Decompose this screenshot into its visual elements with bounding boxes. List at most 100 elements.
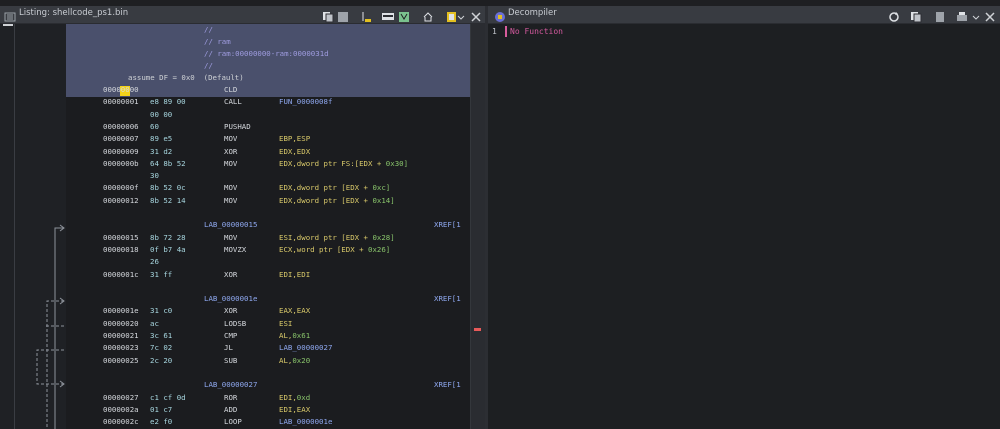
row-operand: EDX,EDX xyxy=(279,146,311,156)
row-operand: LAB_0000001e xyxy=(279,417,333,427)
row-bytes: 0f b7 4a xyxy=(150,244,186,254)
row-address: 00000027 xyxy=(103,392,139,402)
row-mnemonic: LOOP xyxy=(224,417,242,427)
row-bytes: 31 d2 xyxy=(150,146,173,156)
decompiler-line-number: 1 xyxy=(492,27,497,36)
row-bytes: 8b 52 14 xyxy=(150,195,186,205)
row-mnemonic: PUSHAD xyxy=(224,121,251,131)
decompiler-cursor xyxy=(505,26,507,37)
row-bytes: 64 8b 52 xyxy=(150,158,186,168)
listing-icon xyxy=(4,8,16,22)
byte-viewer-icon[interactable] xyxy=(382,8,394,20)
row-operand: FUN_0000008f xyxy=(279,97,333,107)
row-address: 0000000f xyxy=(103,183,139,193)
row-bytes: 00 00 xyxy=(150,109,173,119)
row-bytes: 31 ff xyxy=(150,269,173,279)
decompiler-panel[interactable]: 1 No Function xyxy=(488,24,1000,429)
decompiler-titlebar: Decompiler xyxy=(488,6,1000,24)
row-operand: EDI, xyxy=(279,392,297,402)
refresh-icon[interactable] xyxy=(888,8,900,22)
flow-arrow-gutter xyxy=(0,24,66,429)
row-bytes: ac xyxy=(150,318,159,328)
row-mnemonic: MOV xyxy=(224,158,238,168)
copy-icon[interactable] xyxy=(910,8,922,23)
row-mnemonic: XOR xyxy=(224,146,238,156)
row-address: 00000009 xyxy=(103,146,139,156)
row-number: 0x20 xyxy=(292,355,311,365)
copy-icon[interactable] xyxy=(322,8,334,23)
row-mnemonic: MOV xyxy=(224,232,238,242)
row-bytes: 3c 61 xyxy=(150,331,173,340)
row-operand: EDX,dword ptr FS:[EDX + xyxy=(279,158,386,168)
row-mnemonic: CLD xyxy=(224,85,238,94)
row-address: 0000002c xyxy=(103,417,139,427)
row-mnemonic: ADD xyxy=(224,404,238,414)
row-address: 00000020 xyxy=(103,318,139,328)
cursor-text-icon[interactable] xyxy=(360,8,372,22)
row-operand: AL, xyxy=(279,355,293,365)
chevron-down-icon[interactable] xyxy=(972,8,984,20)
decompiler-icon xyxy=(494,8,506,22)
code-label[interactable]: LAB_00000015 xyxy=(204,220,257,230)
row-address: 0000002a xyxy=(103,404,139,414)
code-label[interactable]: LAB_00000027 xyxy=(204,380,257,390)
decompiler-title-text: Decompiler xyxy=(508,8,557,18)
row-bytes: 89 e5 xyxy=(150,134,173,144)
row-bytes: 30 xyxy=(150,171,159,181)
row-number: 0xd xyxy=(296,392,311,402)
row-operand: EDI,EDI xyxy=(279,269,311,279)
row-operand: EDX,dword ptr [EDX + xyxy=(279,195,373,205)
assume-line: assume DF = 0x0 (Default) xyxy=(128,73,244,82)
close-icon[interactable] xyxy=(470,8,482,22)
row-operand: ECX,word ptr [EDX + xyxy=(279,244,368,254)
row-bytes: e2 f0 xyxy=(150,417,173,427)
row-mnemonic: MOV xyxy=(224,134,238,144)
row-address: 00000007 xyxy=(103,134,139,144)
row-number: 0x28] xyxy=(372,232,395,242)
close-icon[interactable] xyxy=(984,8,996,22)
xref-link: XREF[1 xyxy=(434,294,461,304)
row-mnemonic: CALL xyxy=(224,97,242,107)
comment-line: // xyxy=(204,25,213,34)
xref-link: XREF[1 xyxy=(434,380,461,390)
row-bytes: 8b 72 28 xyxy=(150,232,186,242)
row-address: 00000006 xyxy=(103,121,139,131)
row-address: 00000015 xyxy=(103,232,139,242)
row-bytes: 2c 20 xyxy=(150,355,173,365)
code-label[interactable]: LAB_0000001e xyxy=(204,294,257,304)
snapshot-icon[interactable] xyxy=(398,8,410,22)
row-address: 00000001 xyxy=(103,97,139,107)
listing-scrollbar[interactable] xyxy=(470,24,485,429)
row-address: 00000023 xyxy=(103,343,139,353)
paste-icon[interactable] xyxy=(337,8,349,22)
decompiler-text: No Function xyxy=(510,27,563,36)
row-mnemonic: JL xyxy=(224,343,233,353)
row-operand: EBP,ESP xyxy=(279,134,311,144)
print-icon[interactable] xyxy=(956,8,968,21)
listing-titlebar: Listing: shellcode_ps1.bin xyxy=(0,6,485,24)
comment-line: // xyxy=(204,61,213,70)
row-operand: AL, xyxy=(279,331,293,340)
home-icon[interactable] xyxy=(422,8,434,22)
row-bytes: 01 c7 xyxy=(150,404,173,414)
row-operand: EDX,dword ptr [EDX + xyxy=(279,183,373,193)
row-address: 0000000b xyxy=(103,158,139,168)
row-operand: ESI xyxy=(279,318,293,328)
row-number: 0xc] xyxy=(372,183,391,193)
export-icon[interactable] xyxy=(934,8,946,22)
row-bytes: 31 c0 xyxy=(150,306,173,316)
row-address: 00000021 xyxy=(103,331,139,340)
row-address: 00000018 xyxy=(103,244,139,254)
row-address: 0000001e xyxy=(103,306,139,316)
listing-panel[interactable]: // // ram // ram:00000000-ram:0000031d /… xyxy=(66,24,470,429)
row-mnemonic: XOR xyxy=(224,306,238,316)
row-address: 0000001c xyxy=(103,269,139,279)
listing-title-text: Listing: shellcode_ps1.bin xyxy=(19,8,129,18)
row-mnemonic: MOV xyxy=(224,183,238,193)
row-address: 00000025 xyxy=(103,355,139,365)
chevron-down-icon[interactable] xyxy=(457,8,469,20)
row-address: 00000000 xyxy=(103,85,139,94)
row-bytes: 7c 02 xyxy=(150,343,173,353)
row-operand: EDI,EAX xyxy=(279,404,311,414)
row-bytes: 26 xyxy=(150,257,159,267)
